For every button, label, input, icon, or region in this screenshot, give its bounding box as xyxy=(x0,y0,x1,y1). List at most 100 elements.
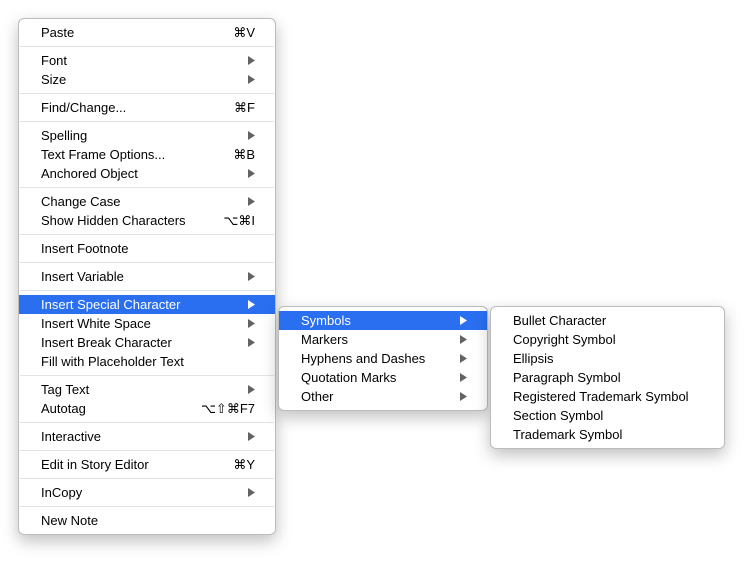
context-menu-main: Paste⌘VFontSizeFind/Change...⌘FSpellingT… xyxy=(18,18,276,535)
menu-item-label: Autotag xyxy=(41,399,191,418)
menu-item[interactable]: Show Hidden Characters⌥⌘I xyxy=(19,211,275,230)
submenu-arrow-icon xyxy=(245,319,255,328)
submenu-insert-special-character: SymbolsMarkersHyphens and DashesQuotatio… xyxy=(278,306,488,411)
menu-item[interactable]: Interactive xyxy=(19,427,275,446)
menu-item[interactable]: Insert Break Character xyxy=(19,333,275,352)
menu-item-label: Tag Text xyxy=(41,380,235,399)
menu-item-label: Hyphens and Dashes xyxy=(301,349,447,368)
menu-item[interactable]: Symbols xyxy=(279,311,487,330)
menu-item[interactable]: Insert White Space xyxy=(19,314,275,333)
menu-item[interactable]: Size xyxy=(19,70,275,89)
submenu-arrow-icon xyxy=(245,272,255,281)
menu-item-shortcut: ⌘F xyxy=(234,98,255,117)
menu-item[interactable]: Markers xyxy=(279,330,487,349)
menu-item-label: Paste xyxy=(41,23,223,42)
menu-item[interactable]: Quotation Marks xyxy=(279,368,487,387)
menu-item-label: Font xyxy=(41,51,235,70)
menu-item[interactable]: Spelling xyxy=(19,126,275,145)
menu-item-label: Edit in Story Editor xyxy=(41,455,223,474)
menu-item[interactable]: Section Symbol xyxy=(491,406,724,425)
menu-separator xyxy=(20,46,274,47)
submenu-arrow-icon xyxy=(245,300,255,309)
submenu-arrow-icon xyxy=(245,197,255,206)
submenu-arrow-icon xyxy=(457,373,467,382)
menu-item[interactable]: Find/Change... ⌘F xyxy=(19,98,275,117)
menu-item-label: Ellipsis xyxy=(513,349,704,368)
submenu-arrow-icon xyxy=(457,316,467,325)
menu-item-label: Bullet Character xyxy=(513,311,704,330)
menu-item[interactable]: Edit in Story Editor ⌘Y xyxy=(19,455,275,474)
menu-item[interactable]: Autotag ⌥⇧⌘F7 xyxy=(19,399,275,418)
menu-separator xyxy=(20,478,274,479)
menu-item-label: Paragraph Symbol xyxy=(513,368,704,387)
menu-item-shortcut: ⌘Y xyxy=(233,455,255,474)
menu-item-label: Copyright Symbol xyxy=(513,330,704,349)
menu-item[interactable]: Insert Footnote xyxy=(19,239,275,258)
menu-item[interactable]: Insert Special Character xyxy=(19,295,275,314)
menu-item-label: Quotation Marks xyxy=(301,368,447,387)
menu-item-label: Insert Special Character xyxy=(41,295,235,314)
menu-item-shortcut: ⌘V xyxy=(233,23,255,42)
submenu-symbols: Bullet CharacterCopyright SymbolEllipsis… xyxy=(490,306,725,449)
menu-item-label: Find/Change... xyxy=(41,98,224,117)
menu-item-label: New Note xyxy=(41,511,255,530)
menu-separator xyxy=(20,121,274,122)
menu-item-label: Other xyxy=(301,387,447,406)
menu-item[interactable]: Copyright Symbol xyxy=(491,330,724,349)
menu-item-shortcut: ⌥⌘I xyxy=(223,211,255,230)
menu-item[interactable]: Tag Text xyxy=(19,380,275,399)
menu-separator xyxy=(20,422,274,423)
menu-item-shortcut: ⌘B xyxy=(233,145,255,164)
submenu-arrow-icon xyxy=(457,354,467,363)
menu-item[interactable]: Change Case xyxy=(19,192,275,211)
menu-item-label: Insert Variable xyxy=(41,267,235,286)
menu-item-label: Interactive xyxy=(41,427,235,446)
menu-item-label: Markers xyxy=(301,330,447,349)
menu-item[interactable]: New Note xyxy=(19,511,275,530)
menu-item[interactable]: Registered Trademark Symbol xyxy=(491,387,724,406)
menu-item-label: Anchored Object xyxy=(41,164,235,183)
menu-item-label: Change Case xyxy=(41,192,235,211)
menu-separator xyxy=(20,375,274,376)
menu-item[interactable]: Fill with Placeholder Text xyxy=(19,352,275,371)
menu-item[interactable]: Paragraph Symbol xyxy=(491,368,724,387)
submenu-arrow-icon xyxy=(457,335,467,344)
menu-item[interactable]: Text Frame Options... ⌘B xyxy=(19,145,275,164)
menu-item[interactable]: Font xyxy=(19,51,275,70)
menu-item[interactable]: Insert Variable xyxy=(19,267,275,286)
menu-item[interactable]: Other xyxy=(279,387,487,406)
menu-item-label: Insert Break Character xyxy=(41,333,235,352)
menu-separator xyxy=(20,234,274,235)
menu-item-label: Symbols xyxy=(301,311,447,330)
menu-item-label: Size xyxy=(41,70,235,89)
submenu-arrow-icon xyxy=(245,56,255,65)
menu-separator xyxy=(20,187,274,188)
menu-item-label: Spelling xyxy=(41,126,235,145)
submenu-arrow-icon xyxy=(245,75,255,84)
menu-item-label: InCopy xyxy=(41,483,235,502)
menu-separator xyxy=(20,450,274,451)
menu-separator xyxy=(20,290,274,291)
menu-item[interactable]: Ellipsis xyxy=(491,349,724,368)
menu-separator xyxy=(20,262,274,263)
menu-item-label: Text Frame Options... xyxy=(41,145,223,164)
menu-separator xyxy=(20,506,274,507)
menu-item-label: Section Symbol xyxy=(513,406,704,425)
menu-item[interactable]: Bullet Character xyxy=(491,311,724,330)
menu-item-label: Fill with Placeholder Text xyxy=(41,352,255,371)
submenu-arrow-icon xyxy=(245,432,255,441)
menu-item-label: Trademark Symbol xyxy=(513,425,704,444)
menu-item[interactable]: Paste ⌘V xyxy=(19,23,275,42)
menu-item-shortcut: ⌥⇧⌘F7 xyxy=(201,399,255,418)
submenu-arrow-icon xyxy=(245,338,255,347)
submenu-arrow-icon xyxy=(245,169,255,178)
submenu-arrow-icon xyxy=(457,392,467,401)
menu-item[interactable]: Hyphens and Dashes xyxy=(279,349,487,368)
menu-item-label: Registered Trademark Symbol xyxy=(513,387,704,406)
submenu-arrow-icon xyxy=(245,488,255,497)
menu-item[interactable]: Anchored Object xyxy=(19,164,275,183)
menu-item[interactable]: Trademark Symbol xyxy=(491,425,724,444)
menu-separator xyxy=(20,93,274,94)
menu-item-label: Insert White Space xyxy=(41,314,235,333)
menu-item[interactable]: InCopy xyxy=(19,483,275,502)
